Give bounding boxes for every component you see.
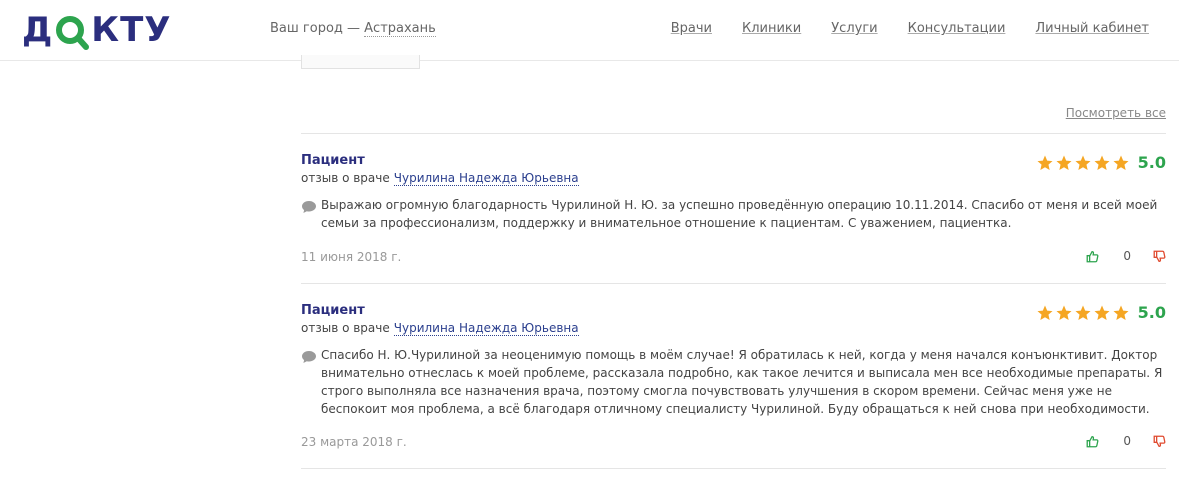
star-icon [1094, 305, 1110, 320]
review-about-prefix: отзыв о враче [301, 171, 390, 185]
review-about: отзыв о враче Чурилина Надежда Юрьевна [301, 321, 579, 336]
city-selector[interactable]: Ваш город — Астрахань [270, 21, 436, 37]
partial-button[interactable] [301, 55, 420, 69]
city-prefix: Ваш город — [270, 21, 365, 36]
doctor-link[interactable]: Чурилина Надежда Юрьевна [393, 171, 579, 186]
nav-doctors[interactable]: Врачи [671, 21, 712, 36]
comment-bubble-icon [302, 201, 316, 213]
logo-search-lens-icon [54, 12, 90, 50]
review-about: отзыв о враче Чурилина Надежда Юрьевна [301, 171, 579, 186]
star-icon [1075, 305, 1091, 320]
star-icon [1037, 305, 1053, 320]
logo-letter-d: Д [22, 10, 54, 50]
review-author: Пациент [301, 153, 365, 168]
review-card: Пациент отзыв о враче Чурилина Надежда Юр… [301, 153, 1166, 273]
review-text: Выражаю огромную благодарность Чурилиной… [321, 198, 1158, 230]
star-icon [1075, 155, 1091, 170]
review-card: Пациент отзыв о враче Чурилина Надежда Юр… [301, 303, 1166, 463]
logo-letters-kty: КТУ [91, 10, 172, 50]
divider [301, 133, 1166, 134]
star-icon [1056, 155, 1072, 170]
thumbs-up-icon [1086, 250, 1099, 262]
review-author: Пациент [301, 303, 365, 318]
see-all-link[interactable]: Посмотреть все [1066, 106, 1166, 120]
star-icon [1113, 155, 1129, 170]
nav-clinics[interactable]: Клиники [742, 21, 801, 36]
thumbs-up-icon [1086, 435, 1099, 447]
rating-stars [1036, 304, 1130, 322]
rating-stars [1036, 154, 1130, 172]
review-body: Выражаю огромную благодарность Чурилиной… [301, 196, 1166, 232]
vote-count: 0 [1123, 434, 1131, 448]
like-button[interactable] [1086, 435, 1099, 448]
review-votes: 0 [1086, 434, 1166, 448]
city-name[interactable]: Астрахань [364, 21, 436, 37]
review-body: Спасибо Н. Ю.Чурилиной за неоценимую пом… [301, 346, 1166, 418]
review-text: Спасибо Н. Ю.Чурилиной за неоценимую пом… [321, 348, 1163, 416]
rating-score: 5.0 [1137, 303, 1166, 322]
divider [301, 283, 1166, 284]
star-icon [1094, 155, 1110, 170]
nav-personal-cabinet[interactable]: Личный кабинет [1035, 21, 1149, 36]
dislike-button[interactable] [1153, 435, 1166, 448]
nav-consultations[interactable]: Консультации [908, 21, 1006, 36]
star-icon [1056, 305, 1072, 320]
thumbs-down-icon [1153, 250, 1166, 262]
divider [301, 468, 1166, 469]
logo[interactable]: Д КТУ [22, 10, 171, 50]
thumbs-down-icon [1153, 435, 1166, 447]
main-nav: Врачи Клиники Услуги Консультации Личный… [671, 21, 1149, 36]
review-rating: 5.0 [1036, 303, 1166, 322]
star-icon [1113, 305, 1129, 320]
review-about-prefix: отзыв о враче [301, 321, 390, 335]
site-header: Д КТУ Ваш город — Астрахань Врачи Клиник… [0, 0, 1179, 61]
rating-score: 5.0 [1137, 153, 1166, 172]
nav-services[interactable]: Услуги [831, 21, 877, 36]
comment-bubble-icon [302, 351, 316, 363]
doctor-link[interactable]: Чурилина Надежда Юрьевна [393, 321, 579, 336]
review-date: 23 марта 2018 г. [301, 435, 407, 449]
star-icon [1037, 155, 1053, 170]
review-date: 11 июня 2018 г. [301, 250, 402, 264]
review-votes: 0 [1086, 249, 1166, 263]
vote-count: 0 [1123, 249, 1131, 263]
like-button[interactable] [1086, 250, 1099, 263]
dislike-button[interactable] [1153, 250, 1166, 263]
review-rating: 5.0 [1036, 153, 1166, 172]
